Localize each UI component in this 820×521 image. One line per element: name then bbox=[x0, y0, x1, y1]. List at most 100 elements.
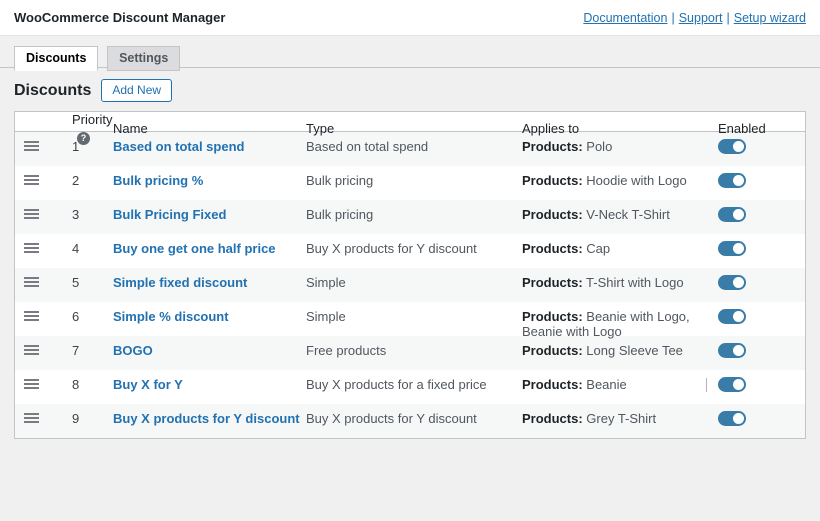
name-cell: Simple fixed discount bbox=[113, 268, 306, 290]
applies-to-products: Polo bbox=[583, 139, 613, 154]
name-cell: Buy one get one half price bbox=[113, 234, 306, 256]
table-row: 9 Buy X products for Y discount Buy X pr… bbox=[15, 404, 805, 438]
link-separator: | bbox=[726, 11, 729, 25]
enabled-cell bbox=[706, 166, 805, 188]
discounts-heading: Discounts bbox=[14, 82, 91, 100]
discount-name-link[interactable]: Buy one get one half price bbox=[113, 241, 276, 256]
table-row: 7 BOGO Free products Products: Long Slee… bbox=[15, 336, 805, 370]
row-priority: 7 bbox=[58, 336, 113, 358]
applies-to-cell: Products: T-Shirt with Logo bbox=[508, 268, 706, 290]
discount-name-link[interactable]: Simple fixed discount bbox=[113, 275, 247, 290]
applies-to-cell: Products: Grey T-Shirt bbox=[508, 404, 706, 426]
applies-to-products: V-Neck T-Shirt bbox=[583, 207, 670, 222]
row-type: Simple bbox=[306, 268, 508, 290]
enabled-cell bbox=[706, 200, 805, 222]
enabled-toggle[interactable] bbox=[718, 173, 746, 188]
drag-handle-icon[interactable] bbox=[24, 311, 39, 321]
table-body: 1 Based on total spend Based on total sp… bbox=[15, 132, 805, 438]
name-cell: Bulk Pricing Fixed bbox=[113, 200, 306, 222]
drag-cell bbox=[15, 200, 58, 222]
enabled-cell bbox=[706, 336, 805, 358]
drag-handle-icon[interactable] bbox=[24, 243, 39, 253]
applies-to-cell: Products: Cap bbox=[508, 234, 706, 256]
heading-row: Discounts Add New bbox=[0, 68, 820, 111]
drag-handle-icon[interactable] bbox=[24, 175, 39, 185]
row-priority: 5 bbox=[58, 268, 113, 290]
row-priority: 2 bbox=[58, 166, 113, 188]
table-row: 2 Bulk pricing % Bulk pricing Products: … bbox=[15, 166, 805, 200]
applies-to-cell: Products: Long Sleeve Tee bbox=[508, 336, 706, 358]
table-header: Priority? Name Type Applies to Enabled bbox=[15, 112, 805, 132]
applies-to-products: Cap bbox=[583, 241, 610, 256]
name-cell: Buy X products for Y discount bbox=[113, 404, 306, 426]
drag-cell bbox=[15, 404, 58, 426]
enabled-cell bbox=[706, 268, 805, 290]
page-title: WooCommerce Discount Manager bbox=[14, 10, 225, 25]
add-new-button[interactable]: Add New bbox=[101, 79, 172, 102]
row-priority: 4 bbox=[58, 234, 113, 256]
applies-to-cell: Products: Polo bbox=[508, 132, 706, 154]
discount-name-link[interactable]: Bulk Pricing Fixed bbox=[113, 207, 226, 222]
applies-to-cell: Products: Beanie bbox=[508, 370, 706, 392]
discount-name-link[interactable]: Buy X for Y bbox=[113, 377, 183, 392]
header-links: Documentation|Support|Setup wizard bbox=[583, 11, 806, 25]
table-row: 3 Bulk Pricing Fixed Bulk pricing Produc… bbox=[15, 200, 805, 234]
tab-discounts[interactable]: Discounts bbox=[14, 46, 98, 71]
enabled-toggle[interactable] bbox=[718, 377, 746, 392]
row-priority: 3 bbox=[58, 200, 113, 222]
enabled-toggle[interactable] bbox=[718, 309, 746, 324]
drag-handle-icon[interactable] bbox=[24, 209, 39, 219]
applies-to-prefix: Products: bbox=[522, 207, 583, 222]
enabled-toggle[interactable] bbox=[718, 343, 746, 358]
applies-to-cell: Products: V-Neck T-Shirt bbox=[508, 200, 706, 222]
enabled-toggle[interactable] bbox=[718, 411, 746, 426]
tab-settings[interactable]: Settings bbox=[107, 46, 180, 71]
text-cursor-artifact bbox=[706, 378, 707, 392]
discount-name-link[interactable]: Simple % discount bbox=[113, 309, 229, 324]
enabled-cell bbox=[706, 132, 805, 154]
row-type: Bulk pricing bbox=[306, 166, 508, 188]
enabled-toggle[interactable] bbox=[718, 207, 746, 222]
enabled-cell bbox=[706, 404, 805, 426]
row-priority: 1 bbox=[58, 132, 113, 154]
table-row: 5 Simple fixed discount Simple Products:… bbox=[15, 268, 805, 302]
drag-handle-icon[interactable] bbox=[24, 413, 39, 423]
documentation-link[interactable]: Documentation bbox=[583, 11, 667, 25]
enabled-toggle[interactable] bbox=[718, 241, 746, 256]
applies-to-products: Beanie bbox=[583, 377, 627, 392]
setup-wizard-link[interactable]: Setup wizard bbox=[734, 11, 806, 25]
link-separator: | bbox=[671, 11, 674, 25]
discount-name-link[interactable]: Buy X products for Y discount bbox=[113, 411, 300, 426]
drag-handle-icon[interactable] bbox=[24, 277, 39, 287]
enabled-toggle[interactable] bbox=[718, 275, 746, 290]
drag-cell bbox=[15, 336, 58, 358]
support-link[interactable]: Support bbox=[679, 11, 723, 25]
plugin-header: WooCommerce Discount Manager Documentati… bbox=[0, 0, 820, 36]
row-type: Free products bbox=[306, 336, 508, 358]
discount-name-link[interactable]: Based on total spend bbox=[113, 139, 244, 154]
discount-name-link[interactable]: Bulk pricing % bbox=[113, 173, 203, 188]
drag-cell bbox=[15, 268, 58, 290]
discounts-table: Priority? Name Type Applies to Enabled 1… bbox=[14, 111, 806, 439]
row-type: Buy X products for a fixed price bbox=[306, 370, 508, 392]
applies-to-prefix: Products: bbox=[522, 377, 583, 392]
drag-handle-icon[interactable] bbox=[24, 141, 39, 151]
row-type: Buy X products for Y discount bbox=[306, 404, 508, 426]
drag-handle-icon[interactable] bbox=[24, 345, 39, 355]
table-row: 6 Simple % discount Simple Products: Bea… bbox=[15, 302, 805, 336]
row-priority: 6 bbox=[58, 302, 113, 324]
enabled-cell bbox=[706, 234, 805, 256]
name-cell: Simple % discount bbox=[113, 302, 306, 324]
name-cell: Buy X for Y bbox=[113, 370, 306, 392]
table-row: 8 Buy X for Y Buy X products for a fixed… bbox=[15, 370, 805, 404]
row-type: Buy X products for Y discount bbox=[306, 234, 508, 256]
row-priority: 8 bbox=[58, 370, 113, 392]
applies-to-prefix: Products: bbox=[522, 343, 583, 358]
enabled-toggle[interactable] bbox=[718, 139, 746, 154]
applies-to-prefix: Products: bbox=[522, 309, 583, 324]
tab-bar: Discounts Settings bbox=[0, 36, 820, 68]
discount-name-link[interactable]: BOGO bbox=[113, 343, 153, 358]
drag-handle-icon[interactable] bbox=[24, 379, 39, 389]
applies-to-prefix: Products: bbox=[522, 241, 583, 256]
row-type: Based on total spend bbox=[306, 132, 508, 154]
